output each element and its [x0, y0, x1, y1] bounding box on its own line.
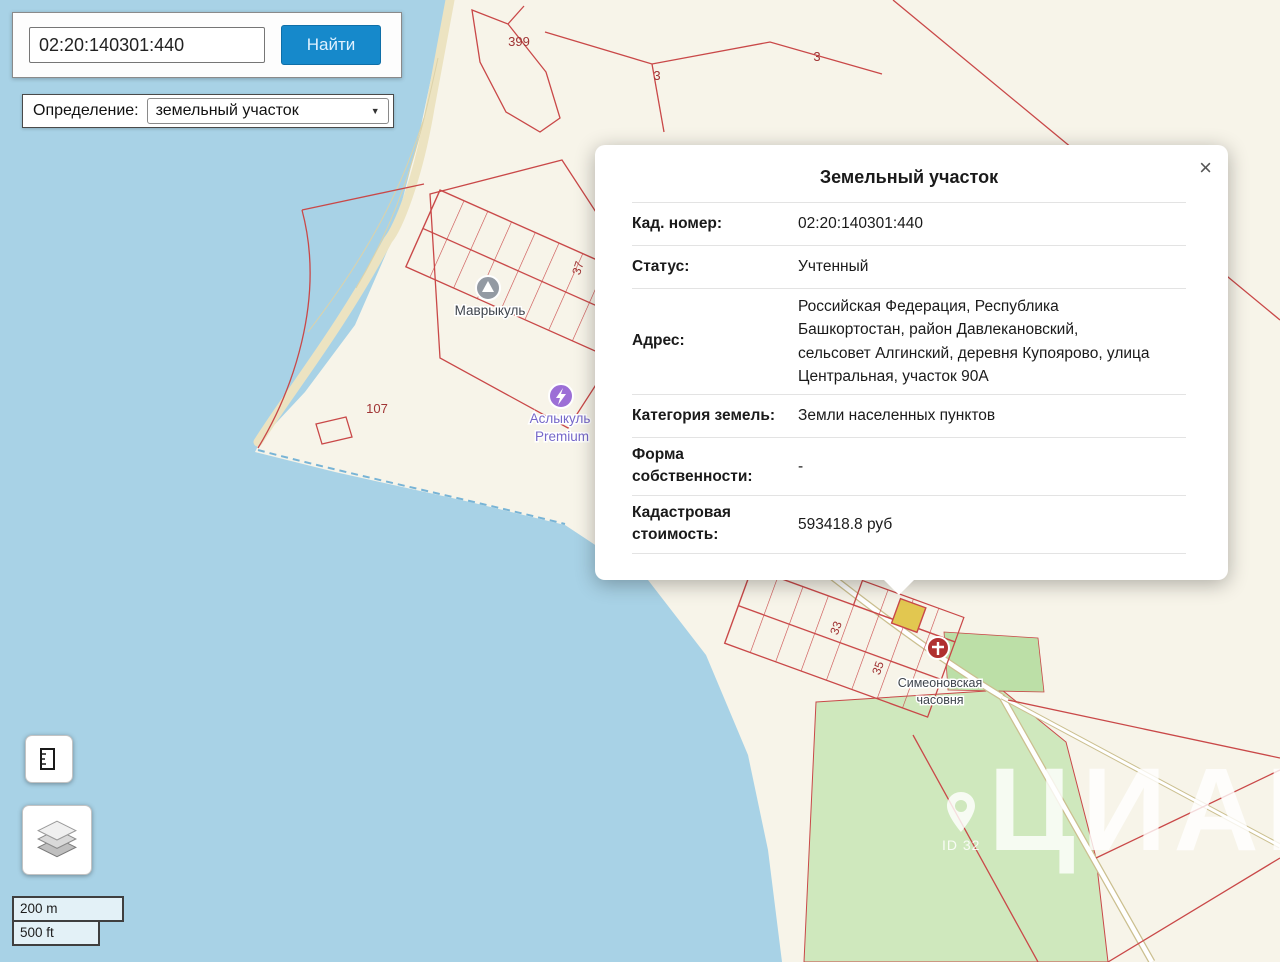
aslykul-label-line2: Premium [535, 429, 589, 444]
ruler-icon [40, 748, 55, 770]
info-value: 593418.8 руб [798, 515, 893, 533]
measure-button[interactable] [25, 735, 73, 783]
chapel-label-line2: часовня [916, 693, 963, 707]
close-icon[interactable]: × [1199, 157, 1212, 179]
definition-selected-value: земельный участок [155, 102, 299, 119]
layers-button[interactable] [22, 805, 92, 875]
parcel-label-399: 399 [508, 34, 530, 49]
aslykul-marker-icon[interactable] [548, 383, 574, 409]
parcel-label-107: 107 [366, 401, 388, 416]
info-value: Российская Федерация, Республика Башкорт… [798, 298, 1150, 385]
info-row-status: Статус: Учтенный [632, 246, 1186, 289]
scale-metric: 200 m [12, 896, 124, 922]
definition-panel: Определение: земельный участок [22, 94, 394, 128]
info-value: 02:20:140301:440 [798, 215, 923, 233]
scale-imperial: 500 ft [12, 922, 100, 946]
info-value: Учтенный [798, 258, 869, 276]
info-label: Кад. номер: [632, 214, 723, 232]
mavrykul-marker-icon[interactable] [475, 275, 501, 301]
info-label: Статус: [632, 257, 690, 275]
info-row-ownership: Форма собственности: - [632, 438, 1186, 496]
chevron-down-icon [371, 107, 380, 116]
parcel-label-3a: 3 [653, 68, 660, 83]
scale-control: 200 m 500 ft [12, 896, 124, 946]
info-row-category: Категория земель: Земли населенных пункт… [632, 395, 1186, 438]
definition-select[interactable]: земельный участок [146, 98, 389, 124]
info-label: Категория земель: [632, 406, 776, 424]
info-row-cadastral-value: Кадастровая стоимость: 593418.8 руб [632, 496, 1186, 554]
mavrykul-label: Маврыкуль [455, 303, 526, 318]
info-rows: Кад. номер: 02:20:140301:440 Статус: Учт… [632, 202, 1186, 554]
info-label: Адрес: [632, 332, 685, 350]
chapel-label-line1: Симеоновская [898, 676, 983, 690]
cadastral-number-input[interactable] [29, 27, 265, 63]
definition-label: Определение: [33, 102, 139, 119]
aslykul-label-line1: Аслыкуль [530, 411, 591, 426]
chapel-marker-icon[interactable] [926, 636, 950, 660]
popup-title: Земельный участок [819, 167, 999, 187]
search-panel: Найти [12, 12, 402, 78]
info-label: Форма собственности: [632, 446, 753, 486]
info-label: Кадастровая стоимость: [632, 503, 731, 544]
info-value: - [798, 457, 804, 475]
info-row-address: Адрес: Российская Федерация, Республика … [632, 289, 1186, 395]
search-button[interactable]: Найти [281, 25, 381, 65]
parcel-info-popup: × Земельный участок Кад. номер: 02:20:14… [595, 145, 1228, 595]
parcel-label-3b: 3 [813, 49, 820, 64]
info-row-cad-number: Кад. номер: 02:20:140301:440 [632, 203, 1186, 246]
info-value: Земли населенных пунктов [798, 407, 996, 425]
layers-icon [37, 820, 77, 858]
